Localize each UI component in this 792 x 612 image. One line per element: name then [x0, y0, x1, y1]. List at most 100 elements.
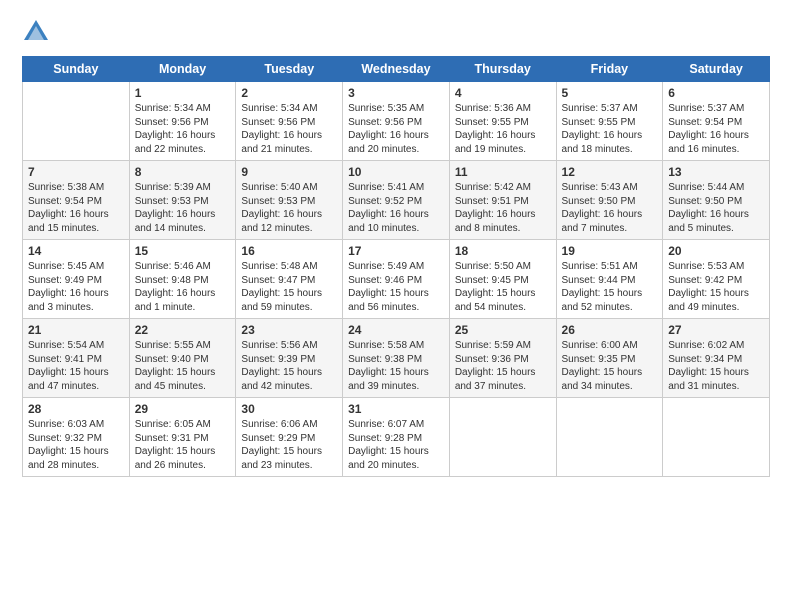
header-day: Thursday — [449, 57, 556, 82]
calendar-cell: 28 Sunrise: 6:03 AM Sunset: 9:32 PM Dayli… — [23, 398, 130, 477]
calendar-cell: 26 Sunrise: 6:00 AM Sunset: 9:35 PM Dayli… — [556, 319, 663, 398]
page: SundayMondayTuesdayWednesdayThursdayFrid… — [0, 0, 792, 487]
calendar-cell: 25Sunrise: 5:59 AM Sunset: 9:36 PM Dayli… — [449, 319, 556, 398]
day-number: 11 — [455, 165, 551, 179]
calendar-cell: 31 Sunrise: 6:07 AM Sunset: 9:28 PM Dayli… — [343, 398, 450, 477]
calendar-cell: 18Sunrise: 5:50 AM Sunset: 9:45 PM Dayli… — [449, 240, 556, 319]
header — [22, 18, 770, 46]
day-info: Sunrise: 5:59 AM Sunset: 9:36 PM Dayligh… — [455, 339, 551, 393]
day-info: Sunrise: 5:58 AM Sunset: 9:38 PM Dayligh… — [348, 339, 444, 393]
day-number: 21 — [28, 323, 124, 337]
day-info: Sunrise: 5:34 AM Sunset: 9:56 PM Dayligh… — [241, 102, 337, 156]
calendar-cell: 10 Sunrise: 5:41 AM Sunset: 9:52 PM Dayli… — [343, 161, 450, 240]
day-number: 30 — [241, 402, 337, 416]
day-number: 10 — [348, 165, 444, 179]
day-number: 2 — [241, 86, 337, 100]
day-number: 13 — [668, 165, 764, 179]
day-info: Sunrise: 5:49 AM Sunset: 9:46 PM Dayligh… — [348, 260, 444, 314]
day-info: Sunrise: 5:40 AM Sunset: 9:53 PM Dayligh… — [241, 181, 337, 235]
day-number: 22 — [135, 323, 231, 337]
calendar-cell: 13 Sunrise: 5:44 AM Sunset: 9:50 PM Dayli… — [663, 161, 770, 240]
day-info: Sunrise: 5:42 AM Sunset: 9:51 PM Dayligh… — [455, 181, 551, 235]
day-info: Sunrise: 5:41 AM Sunset: 9:52 PM Dayligh… — [348, 181, 444, 235]
day-info: Sunrise: 5:44 AM Sunset: 9:50 PM Dayligh… — [668, 181, 764, 235]
calendar-cell: 2 Sunrise: 5:34 AM Sunset: 9:56 PM Daylig… — [236, 82, 343, 161]
header-day: Friday — [556, 57, 663, 82]
day-info: Sunrise: 5:37 AM Sunset: 9:54 PM Dayligh… — [668, 102, 764, 156]
day-number: 29 — [135, 402, 231, 416]
day-number: 26 — [562, 323, 658, 337]
day-number: 8 — [135, 165, 231, 179]
calendar-cell: 30 Sunrise: 6:06 AM Sunset: 9:29 PM Dayli… — [236, 398, 343, 477]
day-info: Sunrise: 6:05 AM Sunset: 9:31 PM Dayligh… — [135, 418, 231, 472]
day-info: Sunrise: 5:45 AM Sunset: 9:49 PM Dayligh… — [28, 260, 124, 314]
day-info: Sunrise: 5:34 AM Sunset: 9:56 PM Dayligh… — [135, 102, 231, 156]
week-row: 21 Sunrise: 5:54 AM Sunset: 9:41 PM Dayli… — [23, 319, 770, 398]
day-info: Sunrise: 6:07 AM Sunset: 9:28 PM Dayligh… — [348, 418, 444, 472]
day-number: 12 — [562, 165, 658, 179]
calendar-cell — [556, 398, 663, 477]
day-number: 24 — [348, 323, 444, 337]
day-info: Sunrise: 6:06 AM Sunset: 9:29 PM Dayligh… — [241, 418, 337, 472]
day-number: 19 — [562, 244, 658, 258]
calendar-cell — [23, 82, 130, 161]
week-row: 28 Sunrise: 6:03 AM Sunset: 9:32 PM Dayli… — [23, 398, 770, 477]
day-info: Sunrise: 6:00 AM Sunset: 9:35 PM Dayligh… — [562, 339, 658, 393]
day-number: 27 — [668, 323, 764, 337]
calendar-cell: 29 Sunrise: 6:05 AM Sunset: 9:31 PM Dayli… — [129, 398, 236, 477]
calendar-cell: 11 Sunrise: 5:42 AM Sunset: 9:51 PM Dayli… — [449, 161, 556, 240]
day-number: 15 — [135, 244, 231, 258]
calendar-table: SundayMondayTuesdayWednesdayThursdayFrid… — [22, 56, 770, 477]
day-number: 14 — [28, 244, 124, 258]
day-info: Sunrise: 5:55 AM Sunset: 9:40 PM Dayligh… — [135, 339, 231, 393]
day-number: 5 — [562, 86, 658, 100]
calendar-cell: 21 Sunrise: 5:54 AM Sunset: 9:41 PM Dayli… — [23, 319, 130, 398]
calendar-cell — [449, 398, 556, 477]
day-info: Sunrise: 5:43 AM Sunset: 9:50 PM Dayligh… — [562, 181, 658, 235]
week-row: 1Sunrise: 5:34 AM Sunset: 9:56 PM Daylig… — [23, 82, 770, 161]
day-info: Sunrise: 5:51 AM Sunset: 9:44 PM Dayligh… — [562, 260, 658, 314]
calendar-cell: 7Sunrise: 5:38 AM Sunset: 9:54 PM Daylig… — [23, 161, 130, 240]
week-row: 14 Sunrise: 5:45 AM Sunset: 9:49 PM Dayli… — [23, 240, 770, 319]
day-info: Sunrise: 5:48 AM Sunset: 9:47 PM Dayligh… — [241, 260, 337, 314]
day-number: 28 — [28, 402, 124, 416]
calendar-cell: 1Sunrise: 5:34 AM Sunset: 9:56 PM Daylig… — [129, 82, 236, 161]
day-info: Sunrise: 5:56 AM Sunset: 9:39 PM Dayligh… — [241, 339, 337, 393]
day-info: Sunrise: 5:54 AM Sunset: 9:41 PM Dayligh… — [28, 339, 124, 393]
day-info: Sunrise: 5:35 AM Sunset: 9:56 PM Dayligh… — [348, 102, 444, 156]
day-number: 20 — [668, 244, 764, 258]
header-day: Wednesday — [343, 57, 450, 82]
day-number: 9 — [241, 165, 337, 179]
calendar-cell: 20Sunrise: 5:53 AM Sunset: 9:42 PM Dayli… — [663, 240, 770, 319]
day-number: 3 — [348, 86, 444, 100]
calendar-cell: 19 Sunrise: 5:51 AM Sunset: 9:44 PM Dayli… — [556, 240, 663, 319]
calendar-cell — [663, 398, 770, 477]
calendar-cell: 23 Sunrise: 5:56 AM Sunset: 9:39 PM Dayli… — [236, 319, 343, 398]
header-row: SundayMondayTuesdayWednesdayThursdayFrid… — [23, 57, 770, 82]
day-number: 18 — [455, 244, 551, 258]
header-day: Monday — [129, 57, 236, 82]
day-number: 23 — [241, 323, 337, 337]
calendar-cell: 12 Sunrise: 5:43 AM Sunset: 9:50 PM Dayli… — [556, 161, 663, 240]
header-day: Sunday — [23, 57, 130, 82]
day-number: 16 — [241, 244, 337, 258]
calendar-cell: 8 Sunrise: 5:39 AM Sunset: 9:53 PM Daylig… — [129, 161, 236, 240]
day-info: Sunrise: 5:46 AM Sunset: 9:48 PM Dayligh… — [135, 260, 231, 314]
calendar-cell: 16 Sunrise: 5:48 AM Sunset: 9:47 PM Dayli… — [236, 240, 343, 319]
calendar-cell: 3 Sunrise: 5:35 AM Sunset: 9:56 PM Daylig… — [343, 82, 450, 161]
calendar-cell: 24 Sunrise: 5:58 AM Sunset: 9:38 PM Dayli… — [343, 319, 450, 398]
day-info: Sunrise: 5:37 AM Sunset: 9:55 PM Dayligh… — [562, 102, 658, 156]
calendar-cell: 9 Sunrise: 5:40 AM Sunset: 9:53 PM Daylig… — [236, 161, 343, 240]
day-info: Sunrise: 5:39 AM Sunset: 9:53 PM Dayligh… — [135, 181, 231, 235]
day-number: 17 — [348, 244, 444, 258]
day-info: Sunrise: 6:03 AM Sunset: 9:32 PM Dayligh… — [28, 418, 124, 472]
calendar-cell: 4Sunrise: 5:36 AM Sunset: 9:55 PM Daylig… — [449, 82, 556, 161]
day-number: 7 — [28, 165, 124, 179]
calendar-cell: 5 Sunrise: 5:37 AM Sunset: 9:55 PM Daylig… — [556, 82, 663, 161]
calendar-cell: 14 Sunrise: 5:45 AM Sunset: 9:49 PM Dayli… — [23, 240, 130, 319]
day-number: 31 — [348, 402, 444, 416]
calendar-cell: 15 Sunrise: 5:46 AM Sunset: 9:48 PM Dayli… — [129, 240, 236, 319]
header-day: Tuesday — [236, 57, 343, 82]
header-day: Saturday — [663, 57, 770, 82]
calendar-cell: 6Sunrise: 5:37 AM Sunset: 9:54 PM Daylig… — [663, 82, 770, 161]
